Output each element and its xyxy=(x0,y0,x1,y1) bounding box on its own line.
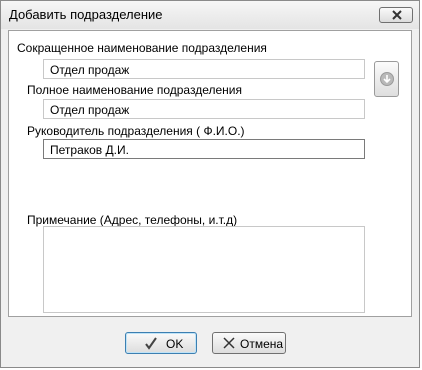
side-action-button[interactable] xyxy=(374,61,399,97)
full-name-field[interactable]: Отдел продаж xyxy=(43,99,365,119)
short-name-field[interactable]: Отдел продаж xyxy=(43,59,365,79)
x-icon xyxy=(223,337,235,349)
close-button[interactable] xyxy=(379,7,413,23)
arrow-down-icon xyxy=(380,72,394,86)
head-label: Руководитель подразделения ( Ф.И.О.) xyxy=(27,124,245,138)
ok-button[interactable]: OK xyxy=(125,332,197,354)
notes-label: Примечание (Адрес, телефоны, и.т.д) xyxy=(27,213,238,227)
cancel-label: Отмена xyxy=(240,337,284,351)
ok-label: OK xyxy=(166,337,184,351)
window-title: Добавить подразделение xyxy=(9,7,163,22)
notes-textarea[interactable] xyxy=(43,226,365,313)
title-bar[interactable]: Добавить подразделение xyxy=(1,1,419,29)
dialog-window: Добавить подразделение Сокращенное наиме… xyxy=(0,0,420,368)
form-panel: Сокращенное наименование подразделения О… xyxy=(8,30,412,317)
close-icon xyxy=(392,10,402,20)
head-field[interactable]: Петраков Д.И. xyxy=(43,139,365,159)
full-name-label: Полное наименование подразделения xyxy=(27,83,242,97)
short-name-label: Сокращенное наименование подразделения xyxy=(17,41,267,55)
checkmark-icon xyxy=(145,337,157,350)
cancel-button[interactable]: Отмена xyxy=(212,332,286,354)
